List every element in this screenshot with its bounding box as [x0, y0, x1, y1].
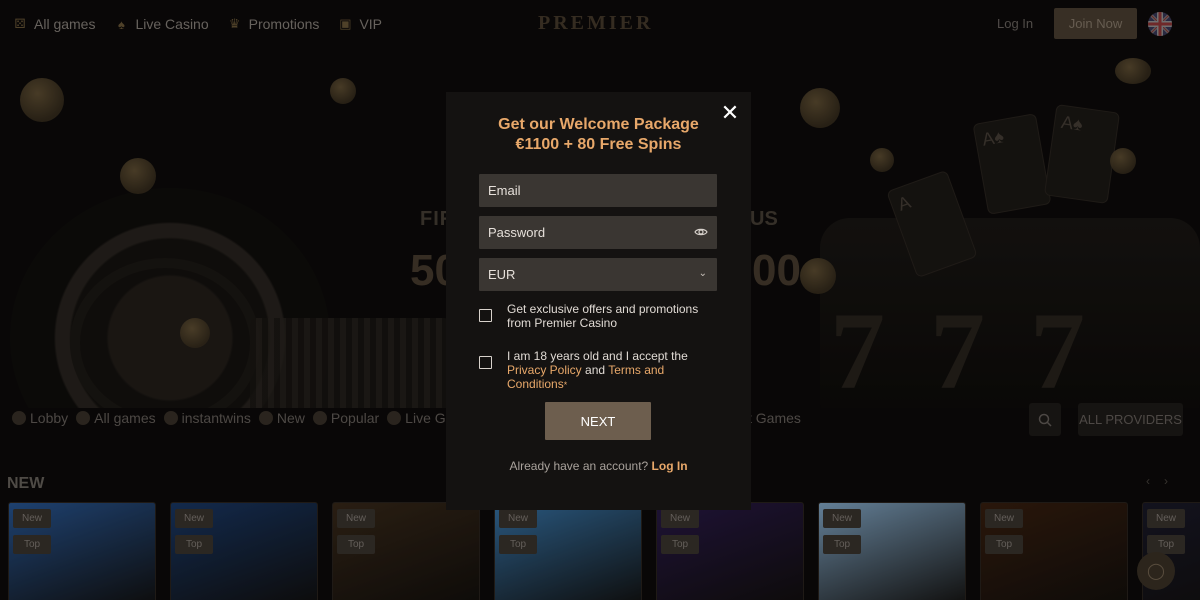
- already-account-row: Already have an account? Log In: [446, 459, 751, 473]
- welcome-signup-modal: ✕ Get our Welcome Package €1100 + 80 Fre…: [446, 92, 751, 510]
- password-placeholder: Password: [488, 225, 546, 240]
- privacy-policy-link[interactable]: Privacy Policy: [507, 363, 582, 377]
- age-terms-row: I am 18 years old and I accept the Priva…: [479, 349, 719, 392]
- age-terms-prefix: I am 18 years old and I accept the: [507, 349, 688, 363]
- email-field[interactable]: Email: [479, 174, 717, 207]
- chevron-down-icon: ⌄: [698, 268, 707, 279]
- email-placeholder: Email: [488, 183, 521, 198]
- already-account-text: Already have an account?: [509, 459, 649, 473]
- modal-title-line1: Get our Welcome Package: [498, 116, 699, 133]
- offers-consent-text: Get exclusive offers and promotions from…: [507, 302, 699, 330]
- next-button[interactable]: NEXT: [545, 402, 651, 440]
- offers-checkbox[interactable]: [479, 309, 492, 322]
- age-terms-text: I am 18 years old and I accept the Priva…: [507, 349, 719, 392]
- currency-select[interactable]: EUR ⌄: [479, 258, 717, 291]
- and-text: and: [585, 363, 606, 377]
- currency-value: EUR: [488, 267, 516, 282]
- required-marker: *: [563, 380, 568, 390]
- modal-title: Get our Welcome Package €1100 + 80 Free …: [446, 115, 751, 155]
- modal-login-link[interactable]: Log In: [652, 459, 688, 473]
- age-terms-checkbox[interactable]: [479, 356, 492, 369]
- modal-title-line2: €1100 + 80 Free Spins: [515, 136, 682, 153]
- password-field[interactable]: Password: [479, 216, 717, 249]
- eye-icon[interactable]: [694, 225, 708, 239]
- page-root: ⚄ All games ♠ Live Casino ♛ Promotions ▣…: [0, 0, 1200, 600]
- offers-consent-row: Get exclusive offers and promotions from…: [479, 302, 719, 330]
